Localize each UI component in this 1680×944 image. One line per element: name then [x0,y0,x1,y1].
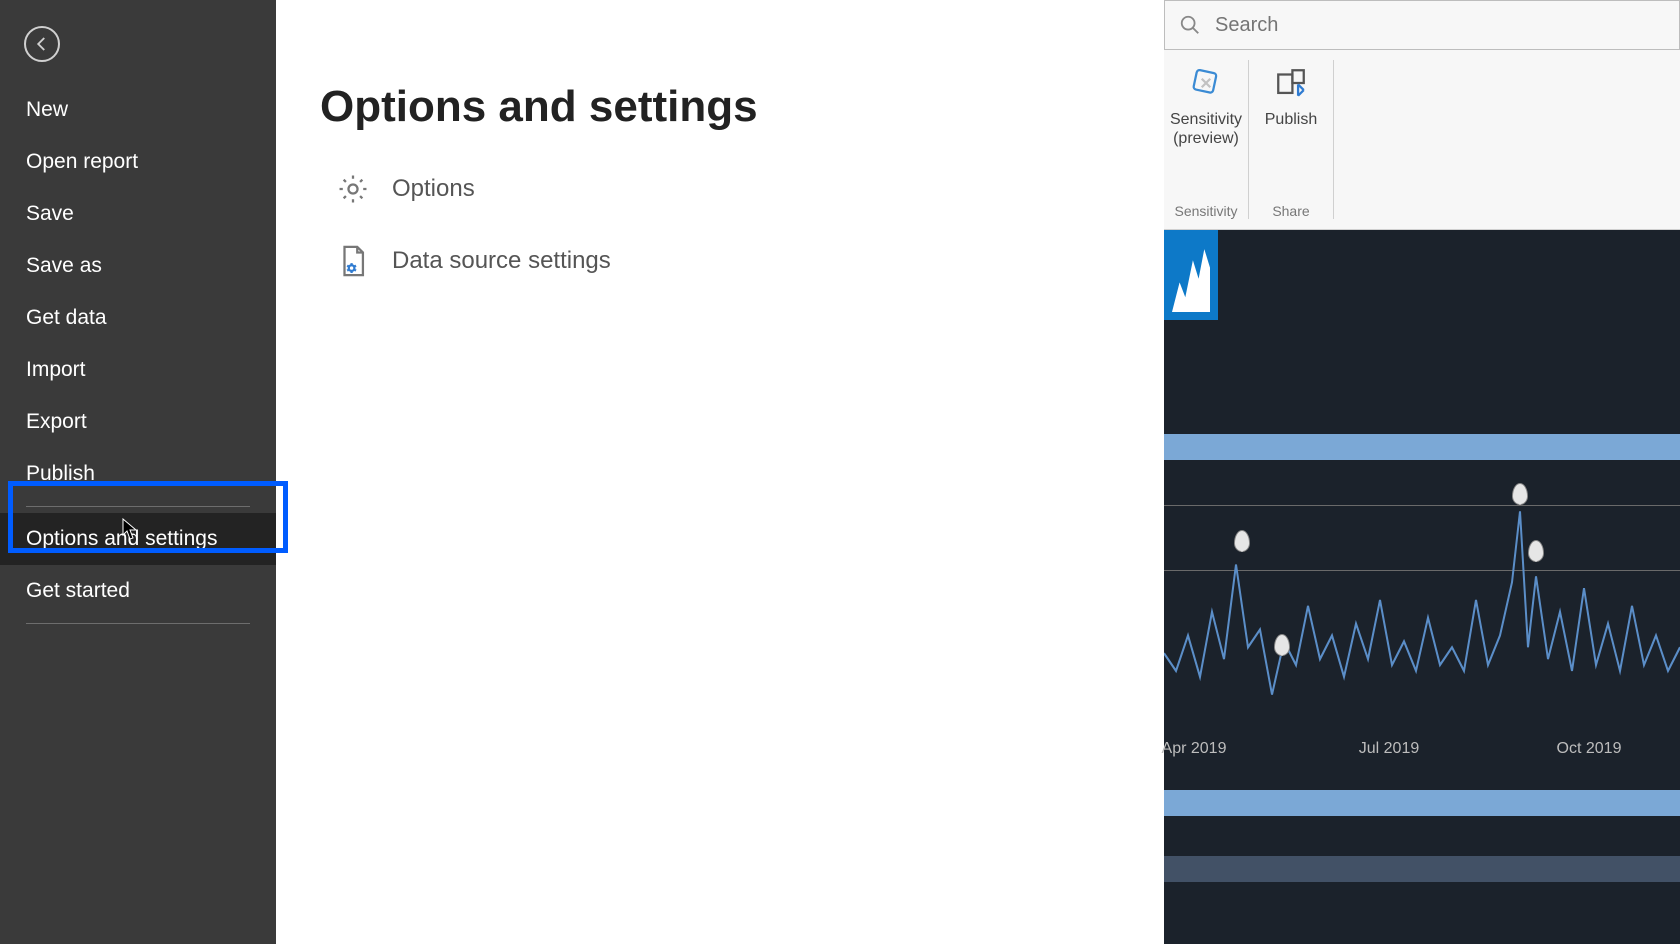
options-item[interactable]: Options [336,172,1164,206]
menu-save-as[interactable]: Save as [0,240,276,292]
ribbon-sensitivity-group: Sensitivity [1174,203,1237,225]
menu-publish[interactable]: Publish [0,448,276,500]
app-root: New Open report Save Save as Get data Im… [0,0,1680,944]
report-thumbnail-icon [1164,230,1218,320]
document-gear-icon [336,244,370,278]
report-canvas: Apr 2019 Jul 2019 Oct 2019 [1164,230,1680,944]
timeseries-chart: Apr 2019 Jul 2019 Oct 2019 [1164,470,1680,730]
chart-line-series [1164,470,1680,730]
back-arrow-icon [33,35,51,53]
page-title: Options and settings [320,82,1164,132]
gear-icon [336,172,370,206]
menu-new[interactable]: New [0,84,276,136]
chart-marker[interactable] [1274,634,1290,656]
menu-options-and-settings[interactable]: Options and settings [0,513,276,565]
chart-marker[interactable] [1528,540,1544,562]
report-band-3 [1164,856,1680,882]
chart-marker[interactable] [1512,483,1528,505]
menu-get-data[interactable]: Get data [0,292,276,344]
search-bar[interactable] [1164,0,1680,50]
ribbon-sensitivity-label: Sensitivity (preview) [1170,110,1242,148]
file-menu-sidebar: New Open report Save Save as Get data Im… [0,0,276,944]
chart-x-label: Apr 2019 [1162,740,1227,758]
search-input[interactable] [1215,14,1665,37]
content-panel: Options and settings Options Data source… [276,0,1164,944]
data-source-settings-label: Data source settings [392,247,611,275]
menu-import[interactable]: Import [0,344,276,396]
ribbon-separator-2 [1333,60,1334,219]
report-band-2 [1164,790,1680,816]
ribbon-publish-group: Share [1272,203,1309,225]
chart-x-label: Jul 2019 [1359,740,1420,758]
menu-save[interactable]: Save [0,188,276,240]
back-button[interactable] [24,26,60,62]
ribbon-sensitivity[interactable]: Sensitivity (preview) Sensitivity [1164,50,1248,229]
ribbon: Sensitivity (preview) Sensitivity Publis… [1164,50,1680,230]
ribbon-publish-label: Publish [1265,110,1317,129]
options-label: Options [392,175,475,203]
menu-open-report[interactable]: Open report [0,136,276,188]
menu-get-started[interactable]: Get started [0,565,276,617]
report-band-1 [1164,434,1680,460]
menu-export[interactable]: Export [0,396,276,448]
chart-marker[interactable] [1234,530,1250,552]
menu-separator-2 [26,623,250,624]
data-source-settings-item[interactable]: Data source settings [336,244,1164,278]
ribbon-publish[interactable]: Publish Share [1249,50,1333,229]
publish-icon [1274,66,1308,100]
chart-x-label: Oct 2019 [1557,740,1622,758]
sensitivity-icon [1189,66,1223,100]
search-icon [1179,14,1201,36]
menu-separator-1 [26,506,250,507]
